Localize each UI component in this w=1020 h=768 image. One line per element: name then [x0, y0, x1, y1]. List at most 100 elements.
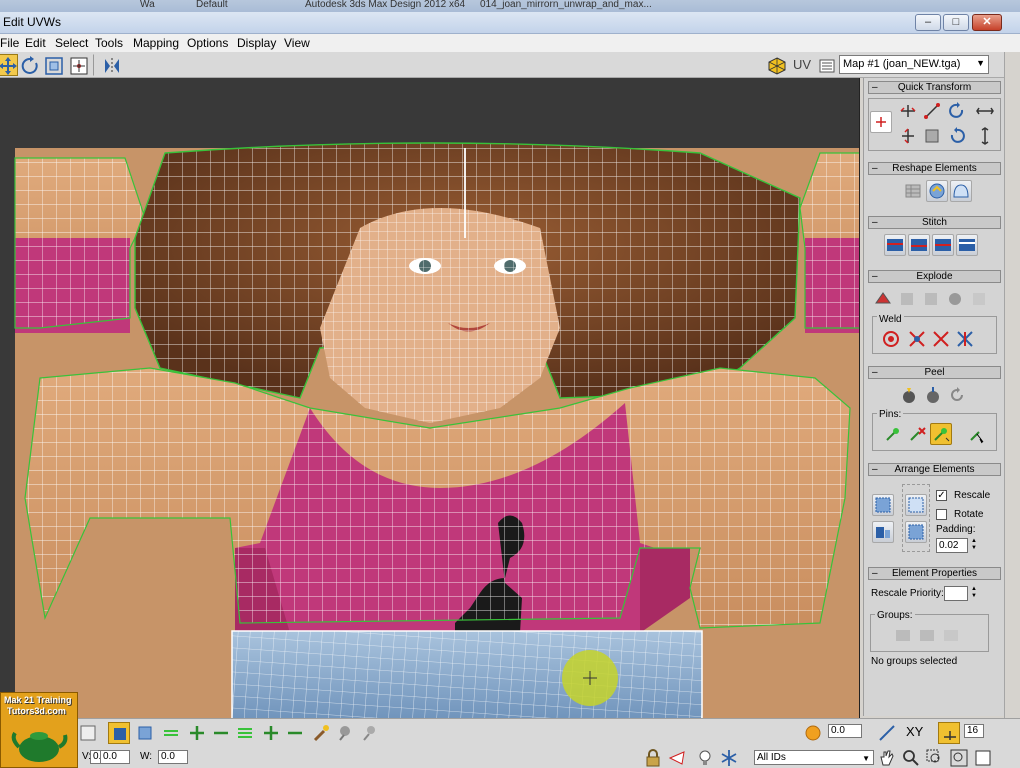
- straighten-button[interactable]: [921, 100, 943, 122]
- rotate-cw-button[interactable]: [946, 100, 968, 122]
- stitch-custom-button[interactable]: [884, 234, 906, 256]
- lock-selection-icon[interactable]: [642, 747, 664, 768]
- hide-icon[interactable]: [666, 747, 688, 768]
- rollout-stitch[interactable]: – Stitch: [868, 216, 1001, 229]
- menu-mapping[interactable]: Mapping: [133, 36, 179, 50]
- falloff-linear-icon[interactable]: [876, 722, 898, 744]
- menu-edit[interactable]: Edit: [25, 36, 46, 50]
- stitch-to-target-button[interactable]: [908, 234, 930, 256]
- xy-label[interactable]: XY: [906, 724, 923, 739]
- rescale-priority-spinner[interactable]: ▲ ▼: [944, 586, 977, 601]
- stitch-to-source-button[interactable]: [956, 234, 978, 256]
- move-icon[interactable]: [0, 54, 18, 76]
- shrink-selection-icon[interactable]: [210, 722, 232, 744]
- space-horizontal-button[interactable]: [974, 100, 996, 122]
- flatten-by-polygon-button[interactable]: [920, 288, 942, 310]
- zoom-extents-icon[interactable]: [948, 747, 970, 768]
- select-mode-face-icon[interactable]: [160, 722, 182, 744]
- filter-icon[interactable]: [972, 747, 994, 768]
- zoom-region-icon[interactable]: [924, 747, 946, 768]
- pan-hand-icon[interactable]: [876, 747, 898, 768]
- v-coordinate-input[interactable]: 0.0: [100, 750, 130, 764]
- w-coordinate-input[interactable]: 0.0: [158, 750, 188, 764]
- flip-button[interactable]: [921, 125, 943, 147]
- unpin-selected-button[interactable]: [906, 423, 928, 445]
- stitch-average-button[interactable]: [932, 234, 954, 256]
- align-vertical-button[interactable]: [897, 125, 919, 147]
- texture-map-dropdown[interactable]: Map #1 (joan_NEW.tga) ▼: [839, 55, 989, 74]
- rollout-peel[interactable]: – Peel: [868, 366, 1001, 379]
- padding-spinner[interactable]: 0.02 ▲ ▼: [936, 538, 977, 553]
- reset-peel-button[interactable]: [946, 384, 968, 406]
- relax-by-face-button[interactable]: [950, 180, 972, 202]
- shrink-loop-icon[interactable]: [284, 722, 306, 744]
- flatten-by-material-button[interactable]: [968, 288, 990, 310]
- list-icon[interactable]: [815, 54, 837, 76]
- pack-together-button[interactable]: [872, 521, 894, 543]
- menu-display[interactable]: Display: [237, 36, 276, 50]
- paint-shrink-icon[interactable]: [358, 722, 380, 744]
- rescale-checkbox[interactable]: ✓: [936, 490, 947, 501]
- paint-grow-icon[interactable]: [334, 722, 356, 744]
- relax-button[interactable]: [926, 180, 948, 202]
- menu-view[interactable]: View: [284, 36, 310, 50]
- ungroup-selected-button[interactable]: [916, 624, 938, 646]
- soft-selection-falloff-input[interactable]: 0.0: [828, 724, 862, 738]
- pack-custom-button[interactable]: [905, 494, 927, 516]
- loop-icon[interactable]: [234, 722, 256, 744]
- weld-target-button[interactable]: [880, 328, 902, 350]
- rotate-ccw-button[interactable]: [946, 125, 968, 147]
- rollout-explode[interactable]: – Explode: [868, 270, 1001, 283]
- paint-select-icon[interactable]: [310, 722, 332, 744]
- spinner-arrows-icon[interactable]: ▲ ▼: [969, 538, 979, 553]
- rollout-arrange-elements[interactable]: – Arrange Elements: [868, 463, 1001, 476]
- align-horizontal-button[interactable]: [897, 100, 919, 122]
- space-vertical-button[interactable]: [974, 125, 996, 147]
- menu-file[interactable]: File: [0, 36, 19, 50]
- pivot-button[interactable]: [870, 111, 892, 133]
- spinner-arrows-icon[interactable]: ▲ ▼: [969, 586, 979, 601]
- checker-map-icon[interactable]: [765, 54, 787, 76]
- break-button[interactable]: [872, 288, 894, 310]
- quick-peel-button[interactable]: [898, 384, 920, 406]
- weld-stitch-button[interactable]: [930, 328, 952, 350]
- menu-options[interactable]: Options: [187, 36, 228, 50]
- grow-loop-icon[interactable]: [260, 722, 282, 744]
- straighten-selection-button[interactable]: [902, 180, 924, 202]
- uv-island-tool-icon[interactable]: [78, 722, 100, 744]
- rollout-quick-transform[interactable]: – Quick Transform: [868, 81, 1001, 94]
- menu-tools[interactable]: Tools: [95, 36, 123, 50]
- material-ids-dropdown[interactable]: All IDs ▼: [754, 750, 874, 765]
- rotate-icon[interactable]: [18, 54, 40, 76]
- freeform-icon[interactable]: [67, 54, 89, 76]
- weld-all-button[interactable]: [954, 328, 976, 350]
- freeze-bulb-icon[interactable]: [694, 747, 716, 768]
- uv-editor-viewport[interactable]: [0, 78, 860, 718]
- uv-texture-canvas[interactable]: [0, 78, 860, 718]
- grow-selection-icon[interactable]: [186, 722, 208, 744]
- soft-selection-toggle-icon[interactable]: [802, 722, 824, 744]
- group-selected-button[interactable]: [892, 624, 914, 646]
- close-button[interactable]: ✕: [972, 14, 1002, 31]
- grid-snap-icon[interactable]: [938, 722, 960, 744]
- pack-normalize-button[interactable]: [872, 494, 894, 516]
- grid-size-input[interactable]: 16: [964, 724, 984, 738]
- weld-selected-button[interactable]: [906, 328, 928, 350]
- peel-mode-button[interactable]: [922, 384, 944, 406]
- auto-pin-moved-button[interactable]: [930, 423, 952, 445]
- pack-grouped-button[interactable]: [905, 521, 927, 543]
- select-group-button[interactable]: [940, 624, 962, 646]
- select-mode-edge-icon[interactable]: [134, 722, 156, 744]
- maximize-button[interactable]: □: [943, 14, 969, 31]
- flatten-by-smoothing-button[interactable]: [944, 288, 966, 310]
- select-mode-vertex-icon[interactable]: [108, 722, 130, 744]
- detach-button[interactable]: [896, 288, 918, 310]
- minimize-button[interactable]: –: [915, 14, 941, 31]
- rotate-checkbox[interactable]: [936, 509, 947, 520]
- rollout-reshape-elements[interactable]: – Reshape Elements: [868, 162, 1001, 175]
- select-pinned-button[interactable]: [966, 423, 988, 445]
- window-titlebar[interactable]: Edit UVWs – □ ✕: [0, 12, 1020, 34]
- scale-icon[interactable]: [42, 54, 64, 76]
- zoom-icon[interactable]: [900, 747, 922, 768]
- snowflake-icon[interactable]: [718, 747, 740, 768]
